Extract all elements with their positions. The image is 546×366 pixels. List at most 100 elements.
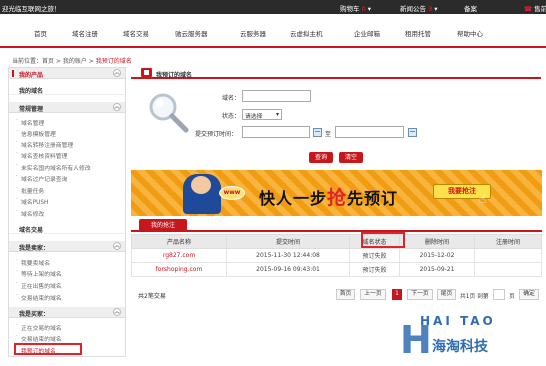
highlight-box	[361, 232, 405, 248]
col-header: 删除时间	[399, 234, 475, 249]
tab-bar: 我的抢注	[131, 219, 542, 232]
document-icon	[141, 68, 152, 77]
search-button[interactable]: 查询	[309, 152, 333, 163]
domain-link[interactable]: rg827.com	[131, 248, 227, 263]
www-badge: www	[219, 186, 245, 200]
domain-link[interactable]: forshoping.com	[131, 262, 227, 277]
nav-home[interactable]: 首页	[34, 28, 47, 38]
status-select[interactable]: 请选择	[242, 109, 282, 120]
sidebar-item[interactable]: 域名过户记录查询	[16, 174, 67, 183]
go-button[interactable]: 确定	[519, 289, 539, 300]
register-time	[474, 262, 542, 277]
next-page-button[interactable]: 下一页	[407, 289, 433, 300]
sidebar-header-seller[interactable]: 我是卖家： ︽	[9, 241, 125, 252]
sidebar: 我的产品︽ 我的域名 常规管理︽ 域名管理 信息模板管理 域名转移注册商管理 域…	[8, 67, 126, 357]
sidebar-item-my-domains[interactable]: 我的域名	[9, 84, 125, 95]
sidebar-item[interactable]: 域名PUSH	[16, 197, 48, 206]
banner-slogan: 快人一步抢先预订	[259, 187, 399, 209]
to-label: 至	[325, 131, 332, 138]
collapse-icon[interactable]: ︽	[113, 242, 121, 250]
nav-chiyun-server[interactable]: 驰云服务器	[175, 28, 208, 38]
nav-domain-trade[interactable]: 域名交易	[123, 28, 149, 38]
clear-button[interactable]: 清空	[339, 152, 363, 163]
highlight-box	[14, 343, 82, 355]
submit-time: 2015-11-30 12:44:08	[226, 248, 350, 263]
breadcrumb: 当前位置：首页 > 我的账户 > 我预订的域名	[12, 58, 132, 65]
sidebar-header-common[interactable]: 常规管理 ︽	[9, 102, 125, 113]
prev-page-button[interactable]: 上一页	[360, 289, 386, 300]
page-unit: 页	[509, 294, 515, 300]
notice-count: 3	[428, 5, 433, 13]
table-row: forshoping.com 2015-09-16 09:43:01 预订失败 …	[131, 262, 542, 277]
nav-domain-register[interactable]: 域名注册	[72, 28, 98, 38]
page-number-input[interactable]	[493, 289, 505, 300]
page-1-button[interactable]: 1	[392, 289, 402, 300]
sidebar-item[interactable]: 域名转移注册商管理	[16, 140, 73, 149]
sidebar-item[interactable]: 正在交易的域名	[16, 323, 62, 332]
sidebar-header-buyer[interactable]: 我是买家： ︽	[9, 307, 125, 318]
delete-time: 2015-09-21	[399, 262, 475, 277]
start-date-input[interactable]	[242, 126, 310, 138]
collapse-icon[interactable]: ︽	[113, 308, 121, 316]
col-header: 产品名称	[131, 234, 227, 249]
time-label: 提交预订时间：	[195, 131, 238, 138]
record-count: 共2笔交易	[138, 293, 166, 300]
status-label: 状态：	[222, 113, 241, 120]
cart-link[interactable]: 购物车 0 ▾	[340, 3, 371, 13]
reservation-table: 产品名称 提交时间 域名状态 删除时间 注册时间 rg827.com 2015-…	[131, 234, 542, 277]
domain-label: 域名：	[222, 95, 241, 102]
watermark-cn: 海淘科技	[432, 339, 488, 355]
breadcrumb-current: 我预订的域名	[95, 58, 132, 65]
phone-link[interactable]: ☎ 售前	[524, 3, 546, 13]
sidebar-item[interactable]: 交易结束的域名	[16, 293, 62, 302]
domain-status: 预订失败	[349, 248, 400, 263]
welcome-text: 迎光临互联网之旅！	[2, 5, 61, 13]
tab-my-snapup[interactable]: 我的抢注	[139, 219, 187, 232]
sidebar-item[interactable]: 信息模板管理	[16, 129, 56, 138]
promo-banner[interactable]: www 快人一步抢先预订 我要抢注 ☝	[131, 170, 542, 216]
table-row: rg827.com 2015-11-30 12:44:08 预订失败 2015-…	[131, 248, 542, 263]
nav-help[interactable]: 帮助中心	[457, 28, 483, 38]
calendar-icon[interactable]	[313, 128, 322, 137]
collapse-icon[interactable]: ︽	[113, 69, 121, 77]
section-title: 我预订的域名	[156, 72, 193, 79]
sidebar-item[interactable]: 未实名国内域名所有人修改	[16, 163, 91, 172]
cart-count: 0	[361, 5, 366, 13]
notice-link[interactable]: 新闻公告 3 ▾	[400, 3, 438, 13]
calendar-icon[interactable]	[408, 128, 417, 137]
col-header: 注册时间	[474, 234, 542, 249]
magnifier-icon	[149, 93, 189, 133]
nav-cloud-server[interactable]: 云服务器	[240, 28, 266, 38]
sidebar-item-domain-trade[interactable]: 域名交易	[9, 223, 125, 234]
sidebar-header-my-products[interactable]: 我的产品 ︽	[9, 68, 125, 79]
nav-mail[interactable]: 企业邮箱	[354, 28, 380, 38]
sidebar-item[interactable]: 批量任务	[16, 186, 44, 195]
col-header: 提交时间	[226, 234, 350, 249]
record-link[interactable]: 备案	[464, 3, 477, 13]
sidebar-item[interactable]: 域名修改	[16, 209, 44, 218]
sidebar-item[interactable]: 正在出售的域名	[16, 281, 62, 290]
watermark-en: HAI TAO	[420, 314, 496, 328]
sidebar-item[interactable]: 我要卖域名	[16, 258, 50, 267]
register-time	[474, 248, 542, 263]
top-bar: 迎光临互联网之旅！ 购物车 0 ▾ 新闻公告 3 ▾ 备案 ☎ 售前	[0, 0, 546, 14]
sidebar-item[interactable]: 域名管理	[16, 118, 44, 127]
first-page-button[interactable]: 首页	[336, 289, 355, 300]
last-page-button[interactable]: 尾页	[437, 289, 456, 300]
sidebar-item[interactable]: 域名查核资料管理	[16, 151, 67, 160]
phone-icon: ☎	[524, 5, 533, 13]
nav-hosting[interactable]: 租用托管	[405, 28, 431, 38]
sidebar-item[interactable]: 交易结束的域名	[16, 334, 62, 343]
hand-cursor-icon: ☝	[479, 192, 487, 206]
collapse-icon[interactable]: ︽	[113, 103, 121, 111]
sidebar-item[interactable]: 等待上架的域名	[16, 269, 62, 278]
submit-time: 2015-09-16 09:43:01	[226, 262, 350, 277]
end-date-input[interactable]	[335, 126, 404, 138]
domain-status: 预订失败	[349, 262, 400, 277]
section-header: 我预订的域名	[131, 67, 541, 79]
main-nav: 首页 域名注册 域名交易 驰云服务器 云服务器 云虚拟主机 企业邮箱 租用托管 …	[0, 14, 546, 48]
delete-time: 2015-12-02	[399, 248, 475, 263]
pager: 共2笔交易 首页 上一页 1 下一页 尾页 共1页 到第 页 确定	[131, 288, 542, 302]
domain-input[interactable]	[242, 90, 311, 102]
nav-virtual-host[interactable]: 云虚拟主机	[290, 28, 323, 38]
